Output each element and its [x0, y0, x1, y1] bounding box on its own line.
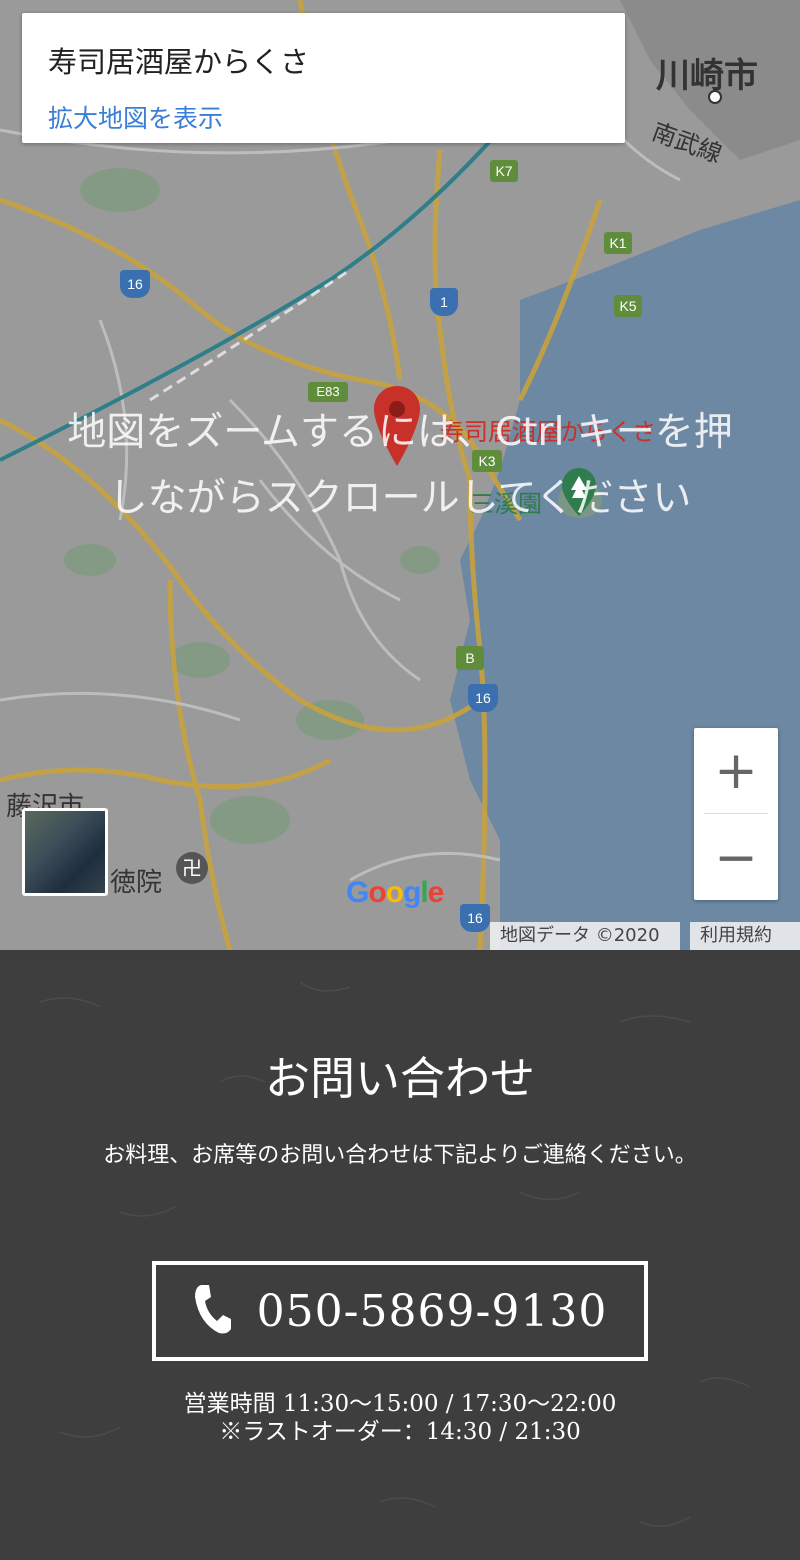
- contact-title: お問い合わせ: [264, 1052, 535, 1105]
- business-hours: 営業時間 11:30〜15:00 / 17:30〜22:00 ※ラストオーダー：…: [0, 1390, 800, 1446]
- view-larger-map-link[interactable]: 拡大地図を表示: [48, 99, 223, 135]
- route-badge-k5: K5: [614, 295, 642, 317]
- place-name: 寿司居酒屋からくさ: [48, 45, 310, 79]
- map-data-attribution[interactable]: 地図データ ©2020: [490, 922, 680, 950]
- station-dot-icon: [708, 90, 722, 104]
- satellite-view-toggle[interactable]: [22, 808, 108, 896]
- terms-of-use-link[interactable]: 利用規約: [690, 922, 800, 950]
- place-info-card: 寿司居酒屋からくさ 拡大地図を表示: [22, 13, 625, 143]
- map-label-kawasaki: 川崎市: [656, 56, 758, 96]
- route-badge-1a: 1: [430, 288, 458, 316]
- contact-description: お料理、お席等のお問い合わせは下記よりご連絡ください。: [103, 1143, 697, 1168]
- phone-call-button[interactable]: 050-5869-9130: [152, 1261, 648, 1361]
- route-badge-16b: 16: [468, 684, 498, 712]
- zoom-divider: [704, 813, 768, 814]
- business-hours-line: 営業時間 11:30〜15:00 / 17:30〜22:00: [183, 1391, 617, 1417]
- phone-number: 050-5869-9130: [256, 1285, 608, 1337]
- route-badge-e83: E83: [308, 382, 348, 402]
- route-badge-16a: 16: [120, 270, 150, 298]
- contact-section: お問い合わせ お料理、お席等のお問い合わせは下記よりご連絡ください。 050-5…: [0, 962, 800, 1560]
- scroll-zoom-hint-line1: 地図をズームするには、Ctrl キーを押: [67, 410, 733, 455]
- embedded-map[interactable]: K7 K1 K5 16 1 E83 K3 B 16 16 川崎市 南武線 藤沢市…: [0, 0, 800, 950]
- map-label-tokuin: 徳院: [110, 868, 163, 898]
- scroll-zoom-hint: 地図をズームするには、Ctrl キーを押 しながらスクロールしてください: [0, 400, 800, 532]
- route-badge-16c: 16: [460, 904, 490, 932]
- google-logo: Google: [346, 876, 444, 909]
- last-order-line: ※ラストオーダー：14:30 / 21:30: [219, 1419, 581, 1445]
- route-badge-b: B: [456, 646, 484, 670]
- route-badge-k7: K7: [490, 160, 518, 182]
- route-badge-k1: K1: [604, 232, 632, 254]
- temple-icon: 卍: [176, 852, 208, 884]
- phone-icon: [193, 1283, 233, 1339]
- zoom-controls: + −: [694, 728, 778, 900]
- zoom-out-button[interactable]: −: [694, 815, 778, 900]
- scroll-zoom-hint-line2: しながらスクロールしてください: [108, 476, 692, 521]
- zoom-in-button[interactable]: +: [694, 728, 778, 813]
